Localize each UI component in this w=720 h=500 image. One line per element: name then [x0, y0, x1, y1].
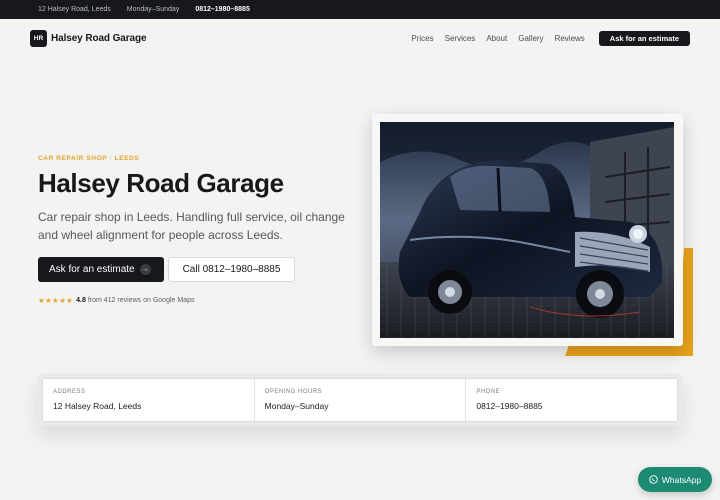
whatsapp-label: WhatsApp	[661, 474, 702, 485]
brand-name[interactable]: Halsey Road Garage	[51, 33, 147, 44]
topbar-phone[interactable]: 0812–1980–8885	[195, 6, 250, 13]
info-phone: PHONE 0812–1980–8885	[466, 379, 677, 421]
nav-link-about[interactable]: About	[486, 34, 507, 43]
info-value: Monday–Sunday	[264, 401, 329, 411]
nav-estimate-button[interactable]: Ask for an estimate	[598, 30, 690, 46]
nav-links: Prices Services About Gallery Reviews As…	[400, 30, 690, 46]
nav-link-gallery[interactable]: Gallery	[518, 34, 543, 43]
estimate-button-label: Ask for an estimate	[49, 264, 135, 275]
info-hours: OPENING HOURS Monday–Sunday	[255, 379, 467, 421]
top-info-bar: 12 Halsey Road, Leeds Monday–Sunday 0812…	[0, 0, 720, 19]
main-nav: HR Halsey Road Garage Prices Services Ab…	[0, 19, 720, 57]
nav-link-prices[interactable]: Prices	[411, 34, 433, 43]
star-rating-icon: ★★★★★	[38, 296, 74, 305]
logo-badge[interactable]: HR	[30, 29, 47, 47]
whatsapp-button[interactable]: WhatsApp	[638, 467, 712, 492]
hero-eyebrow: CAR REPAIR SHOP · LEEDS	[38, 155, 140, 162]
rating-score: 4.8	[76, 297, 86, 304]
nav-link-services[interactable]: Services	[445, 34, 476, 43]
info-value: 12 Halsey Road, Leeds	[53, 401, 142, 411]
rating-text: from 412 reviews on Google Maps	[87, 297, 195, 304]
page-title: Halsey Road Garage	[38, 168, 284, 198]
classic-car-illustration	[380, 122, 674, 338]
nav-link-reviews[interactable]: Reviews	[555, 34, 585, 43]
hero-car-photo	[380, 122, 674, 338]
info-address: ADDRESS 12 Halsey Road, Leeds	[43, 379, 255, 421]
arrow-right-icon: →	[139, 264, 151, 275]
info-label: ADDRESS	[53, 389, 86, 395]
info-label: PHONE	[476, 389, 501, 395]
hero-photo-frame	[372, 114, 683, 346]
hero-subtitle: Car repair shop in Leeds. Handling full …	[38, 210, 345, 242]
info-grid: ADDRESS 12 Halsey Road, Leeds OPENING HO…	[42, 378, 678, 422]
topbar-address: 12 Halsey Road, Leeds	[38, 6, 111, 13]
rating-summary: ★★★★★ 4.8 from 412 reviews on Google Map…	[38, 296, 194, 305]
info-value[interactable]: 0812–1980–8885	[476, 401, 667, 411]
call-button[interactable]: Call 0812–1980–8885	[168, 257, 295, 282]
info-label: OPENING HOURS	[264, 389, 323, 395]
topbar-hours: Monday–Sunday	[126, 6, 180, 13]
whatsapp-icon	[649, 475, 658, 484]
estimate-button[interactable]: Ask for an estimate →	[38, 257, 164, 282]
info-card: ADDRESS 12 Halsey Road, Leeds OPENING HO…	[38, 374, 682, 426]
